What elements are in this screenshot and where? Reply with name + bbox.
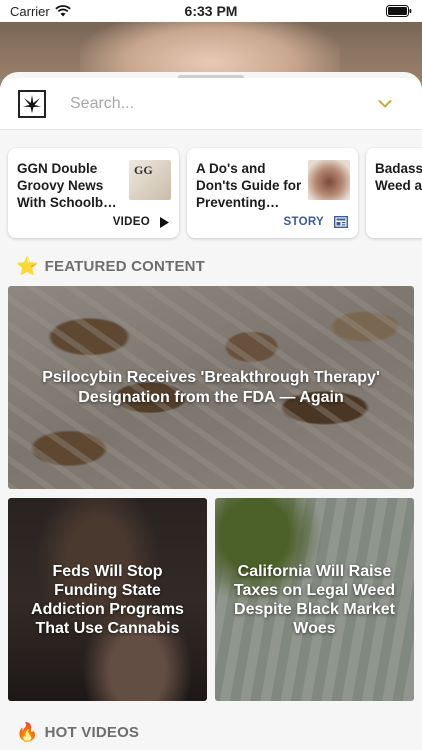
card-thumbnail [129, 160, 171, 200]
newspaper-icon [334, 216, 348, 228]
card-title: GGN Double Groovy News With Schoolb… [17, 161, 117, 210]
status-bar: Carrier 6:33 PM [0, 0, 422, 22]
carrier-label: Carrier [10, 3, 50, 19]
card-type-label: VIDEO [112, 216, 150, 228]
fire-icon: 🔥 [16, 722, 39, 742]
card-type: VIDEO [113, 216, 169, 228]
carousel: GGN Double Groovy News With Schoolb… VID… [8, 148, 422, 240]
leaf-icon [23, 94, 41, 113]
carrier-group: Carrier [10, 4, 71, 19]
featured-main-tile[interactable]: Psilocybin Receives 'Breakthrough Therap… [8, 286, 414, 489]
card-title: Badass Who Sm Weed a [375, 161, 422, 193]
play-icon [160, 216, 169, 228]
wifi-icon [55, 5, 71, 17]
star-icon: ⭐ [16, 256, 39, 276]
search-bar: Search... [0, 78, 422, 130]
carousel-card[interactable]: A Do's and Don'ts Guide for Preventing… … [187, 148, 358, 238]
featured-main-title: Psilocybin Receives 'Breakthrough Therap… [42, 368, 380, 406]
featured-heading-label: FEATURED CONTENT [44, 258, 206, 275]
featured-heading: ⭐ FEATURED CONTENT [16, 256, 205, 277]
carousel-card[interactable]: GGN Double Groovy News With Schoolb… VID… [8, 148, 179, 238]
content-sheet: Search... GGN Double Groovy News With Sc… [0, 72, 422, 750]
card-title: A Do's and Don'ts Guide for Preventing… [196, 161, 302, 210]
featured-tile[interactable]: Feds Will Stop Funding State Addiction P… [8, 498, 207, 701]
cannabis-leaf-logo-icon[interactable] [18, 89, 46, 118]
carousel-card[interactable]: Badass Who Sm Weed a [366, 148, 422, 238]
hot-videos-heading: 🔥 HOT VIDEOS [16, 722, 139, 743]
search-input[interactable]: Search... [70, 95, 378, 113]
featured-tile[interactable]: California Will Raise Taxes on Legal Wee… [215, 498, 414, 701]
featured-tile-title: California Will Raise Taxes on Legal Wee… [233, 562, 396, 637]
featured-tile-title: Feds Will Stop Funding State Addiction P… [31, 562, 184, 637]
hot-videos-heading-label: HOT VIDEOS [44, 724, 140, 741]
card-type-label: STORY [283, 216, 324, 228]
battery-icon [386, 5, 412, 17]
card-type: STORY [284, 216, 348, 228]
card-thumbnail [308, 160, 350, 200]
clock: 6:33 PM [184, 3, 238, 19]
chevron-down-icon[interactable] [378, 99, 392, 109]
